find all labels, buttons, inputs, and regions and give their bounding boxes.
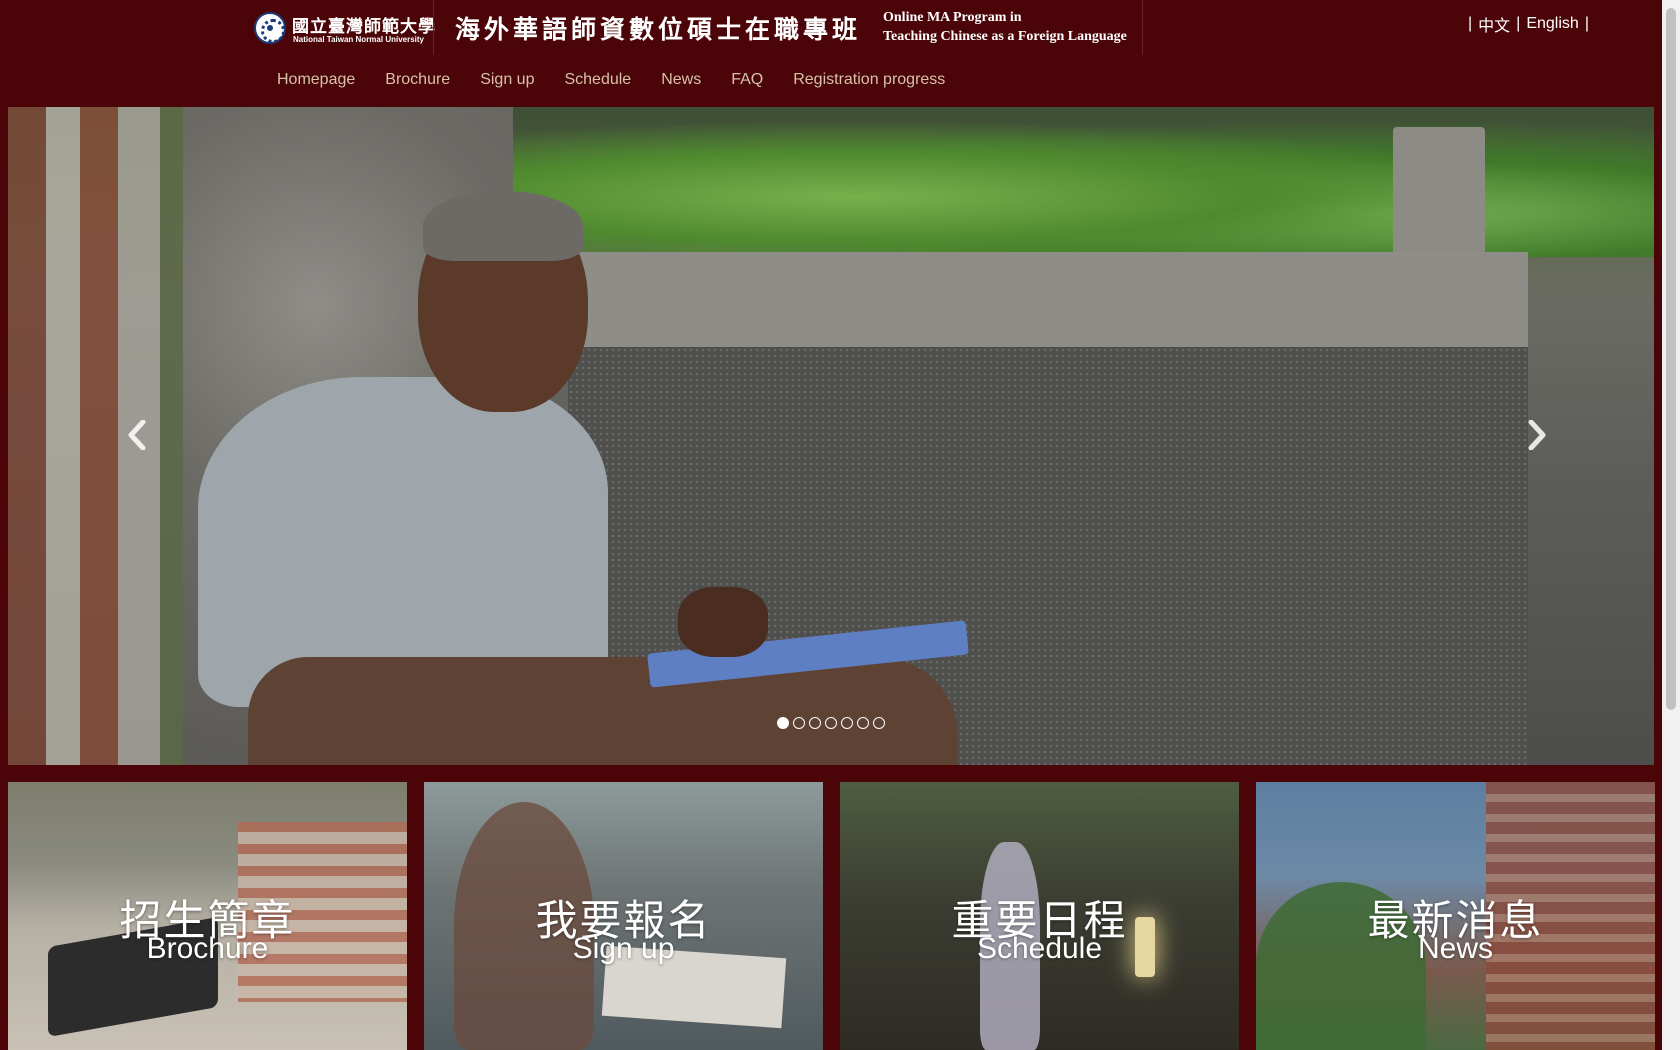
nav-schedule[interactable]: Schedule	[549, 71, 646, 89]
site-header: 國立臺灣師範大學 National Taiwan Normal Universi…	[0, 0, 1662, 107]
language-english-link[interactable]: English	[1526, 15, 1578, 33]
program-title-en: Online MA Program in Teaching Chinese as…	[883, 8, 1127, 46]
university-name-zh: 國立臺灣師範大學	[292, 17, 436, 37]
carousel-indicator-dot[interactable]	[777, 717, 789, 729]
nav-brochure[interactable]: Brochure	[370, 71, 465, 89]
carousel-indicator-dot[interactable]	[873, 717, 885, 729]
tile-label-en: Brochure	[146, 932, 269, 965]
language-separator: |	[1468, 15, 1473, 32]
main-nav: Homepage Brochure Sign up Schedule News …	[262, 71, 960, 89]
carousel-indicator-dot[interactable]	[809, 717, 821, 729]
hero-carousel	[8, 107, 1654, 765]
carousel-indicator-dot[interactable]	[825, 717, 837, 729]
quick-links: 招生簡章 Brochure 我要報名 Sign up 重要日程 Schedule…	[8, 782, 1655, 1050]
tile-label-en: News	[1417, 932, 1493, 965]
carousel-prev-button[interactable]	[122, 417, 152, 453]
nav-sign-up[interactable]: Sign up	[465, 71, 549, 89]
logo-divider	[433, 0, 434, 55]
tile-brochure[interactable]: 招生簡章 Brochure	[8, 782, 407, 1050]
site-logo[interactable]: 國立臺灣師範大學 National Taiwan Normal Universi…	[250, 0, 1143, 55]
nav-news[interactable]: News	[646, 71, 716, 89]
chevron-left-icon	[128, 420, 146, 450]
language-separator: |	[1516, 15, 1521, 32]
program-title-zh: 海外華語師資數位碩士在職專班	[455, 15, 862, 44]
tile-news[interactable]: 最新消息 News	[1256, 782, 1655, 1050]
hero-image-student-writing	[178, 177, 969, 765]
nav-registration-progress[interactable]: Registration progress	[778, 71, 960, 89]
carousel-indicator-dot[interactable]	[793, 717, 805, 729]
program-title-en-line2: Teaching Chinese as a Foreign Language	[883, 29, 1127, 44]
program-title-en-line1: Online MA Program in	[883, 10, 1022, 25]
carousel-indicator-dot[interactable]	[857, 717, 869, 729]
chevron-right-icon	[1528, 420, 1546, 450]
nav-homepage[interactable]: Homepage	[262, 71, 370, 89]
nav-faq[interactable]: FAQ	[716, 71, 778, 89]
tile-sign-up[interactable]: 我要報名 Sign up	[424, 782, 823, 1050]
university-seal-icon	[254, 12, 286, 44]
page-scrollbar[interactable]	[1662, 0, 1680, 1050]
language-chinese-link[interactable]: 中文	[1478, 12, 1510, 36]
tile-label-en: Schedule	[976, 932, 1103, 965]
carousel-indicators	[777, 717, 885, 729]
language-switcher: | 中文 | English |	[1462, 12, 1595, 36]
hero-image-building	[8, 107, 198, 765]
language-separator: |	[1584, 15, 1589, 32]
tile-schedule[interactable]: 重要日程 Schedule	[840, 782, 1239, 1050]
carousel-next-button[interactable]	[1522, 417, 1552, 453]
scrollbar-thumb[interactable]	[1666, 8, 1676, 710]
university-name-en: National Taiwan Normal University	[293, 35, 424, 44]
carousel-indicator-dot[interactable]	[841, 717, 853, 729]
tile-label-en: Sign up	[572, 932, 675, 965]
